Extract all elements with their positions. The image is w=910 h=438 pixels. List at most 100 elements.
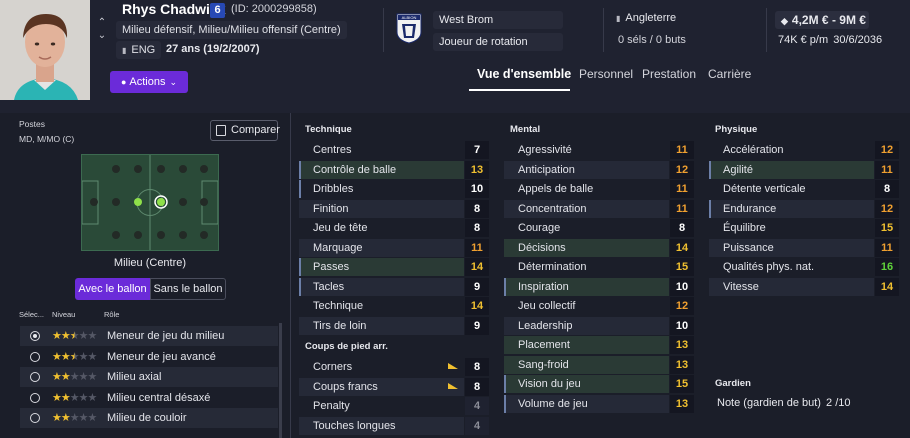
star-empty-icon: ★ bbox=[87, 371, 98, 383]
star-full-icon: ★ bbox=[52, 391, 62, 404]
attribute-row-coups-francs[interactable]: Coups francs 8 bbox=[299, 377, 489, 396]
role-row-milieu-central-desaxe[interactable]: ★★★★★ Milieu central désaxé bbox=[20, 388, 278, 408]
star-empty-icon: ★ bbox=[78, 412, 89, 424]
attribute-value: 13 bbox=[670, 336, 694, 354]
technique-heading: Technique bbox=[305, 124, 352, 135]
attribute-row-concentration[interactable]: Concentration 11 bbox=[504, 199, 694, 218]
person-icon: ● bbox=[120, 77, 127, 87]
attribute-row-tacles[interactable]: Tacles 9 bbox=[299, 277, 489, 296]
tab-overview[interactable]: Vue d'ensemble bbox=[477, 67, 571, 81]
contract-wage: 74K € p/m 30/6/2036 bbox=[778, 34, 882, 46]
attribute-row-detente-verticale[interactable]: Détente verticale 8 bbox=[709, 180, 899, 198]
attribute-value: 4 bbox=[465, 416, 489, 435]
star-empty-icon: ★ bbox=[78, 330, 89, 342]
attribute-row-puissance[interactable]: Puissance 11 bbox=[709, 238, 899, 257]
attribute-name: Appels de balle bbox=[518, 183, 594, 195]
role-radio[interactable] bbox=[30, 351, 40, 362]
role-radio[interactable] bbox=[30, 392, 40, 403]
compare-button[interactable]: Comparer bbox=[210, 120, 280, 141]
star-empty-icon: ★ bbox=[78, 371, 89, 383]
attribute-row-volume-de-jeu[interactable]: Volume de jeu 13 bbox=[504, 394, 694, 413]
star-full-icon: ★ bbox=[52, 371, 62, 383]
attribute-row-corners[interactable]: Corners 8 bbox=[299, 358, 489, 376]
attribute-row-passes[interactable]: Passes 14 bbox=[299, 258, 489, 276]
position-pitch bbox=[81, 154, 219, 251]
role-row-milieu-de-couloir[interactable]: ★★★★★ Milieu de couloir bbox=[20, 408, 278, 428]
attribute-row-marquage[interactable]: Marquage 11 bbox=[299, 238, 489, 257]
attribute-row-technique[interactable]: Technique 14 bbox=[299, 297, 489, 315]
attribute-row-leadership[interactable]: Leadership 10 bbox=[504, 316, 694, 335]
attribute-name: Jeu collectif bbox=[518, 300, 576, 312]
attribute-row-inspiration[interactable]: Inspiration 10 bbox=[504, 277, 694, 296]
attribute-row-equilibre[interactable]: Équilibre 15 bbox=[709, 219, 899, 237]
nation-code: ENG bbox=[131, 44, 156, 56]
attribute-row-penalty[interactable]: Penalty 4 bbox=[299, 397, 489, 415]
role-radio[interactable] bbox=[30, 372, 40, 382]
role-radio[interactable] bbox=[30, 413, 40, 423]
attribute-value: 13 bbox=[670, 394, 694, 413]
club-crest-icon[interactable]: ALBION bbox=[396, 12, 422, 44]
with-ball-toggle[interactable]: Avec le ballon bbox=[75, 278, 150, 300]
attribute-name: Décisions bbox=[504, 238, 669, 257]
attribute-row-vitesse[interactable]: Vitesse 14 bbox=[709, 277, 899, 296]
attribute-name: Contrôle de balle bbox=[299, 160, 464, 179]
star-empty-icon: ★ bbox=[69, 391, 80, 404]
attribute-value: 10 bbox=[670, 277, 694, 296]
attribute-row-jeu-de-tete[interactable]: Jeu de tête 8 bbox=[299, 219, 489, 237]
tab-career[interactable]: Carrière bbox=[708, 67, 751, 81]
attribute-value: 9 bbox=[465, 277, 489, 296]
attribute-row-placement[interactable]: Placement 13 bbox=[504, 336, 694, 354]
attribute-row-agilite[interactable]: Agilité 11 bbox=[709, 160, 899, 179]
attribute-value: 11 bbox=[875, 160, 899, 179]
set-pieces-attributes: Corners 8 Coups francs 8 Penalty 4 Touches lon… bbox=[299, 358, 489, 438]
attribute-name: Courage bbox=[518, 222, 561, 234]
attribute-row-acceleration[interactable]: Accélération 12 bbox=[709, 141, 899, 159]
attribute-row-jeu-collectif[interactable]: Jeu collectif 12 bbox=[504, 297, 694, 315]
tab-performance[interactable]: Prestation bbox=[642, 67, 696, 81]
role-row-meneur-de-jeu-avance[interactable]: ★★★★★ Meneur de jeu avancé bbox=[20, 347, 278, 367]
attribute-value: 4 bbox=[465, 397, 489, 415]
attribute-value: 8 bbox=[465, 199, 489, 218]
active-tab-indicator bbox=[469, 89, 570, 91]
attribute-row-dribbles[interactable]: Dribbles 10 bbox=[299, 180, 489, 198]
role-row-meneur-de-jeu-du-milieu[interactable]: ★★★★★ Meneur de jeu du milieu bbox=[20, 326, 278, 346]
international-country[interactable]: ▮ Angleterre bbox=[616, 12, 676, 24]
attribute-row-determination[interactable]: Détermination 15 bbox=[504, 258, 694, 276]
club-name[interactable]: West Brom bbox=[433, 11, 563, 29]
star-full-icon: ★ bbox=[52, 350, 62, 363]
attribute-value: 7 bbox=[465, 141, 489, 159]
next-player-icon[interactable]: ⌄ bbox=[96, 30, 108, 41]
star-full-icon: ★ bbox=[60, 412, 71, 424]
mental-attributes: Agressivité 11 Anticipation 12 Appels de bal… bbox=[504, 141, 694, 416]
without-ball-toggle[interactable]: Sans le ballon bbox=[150, 278, 226, 300]
previous-player-icon[interactable]: ⌃ bbox=[96, 17, 108, 28]
attribute-row-centres[interactable]: Centres 7 bbox=[299, 141, 489, 159]
attribute-row-qualites-phys-nat[interactable]: Qualités phys. nat. 16 bbox=[709, 258, 899, 276]
attribute-row-sang-froid[interactable]: Sang-froid 13 bbox=[504, 355, 694, 374]
actions-button[interactable]: ● Actions ⌄ bbox=[110, 71, 188, 93]
attribute-row-controle-de-balle[interactable]: Contrôle de balle 13 bbox=[299, 160, 489, 179]
attribute-row-agressivite[interactable]: Agressivité 11 bbox=[504, 141, 694, 159]
tab-personnel[interactable]: Personnel bbox=[579, 67, 633, 81]
role-radio[interactable] bbox=[30, 331, 40, 341]
arrow-up-icon bbox=[448, 363, 458, 369]
attribute-row-touches-longues[interactable]: Touches longues 4 bbox=[299, 416, 489, 435]
attribute-row-finition[interactable]: Finition 8 bbox=[299, 199, 489, 218]
attribute-row-vision-du-jeu[interactable]: Vision du jeu 15 bbox=[504, 375, 694, 393]
attribute-value: 14 bbox=[465, 258, 489, 276]
attribute-row-anticipation[interactable]: Anticipation 12 bbox=[504, 160, 694, 179]
roles-scrollbar[interactable] bbox=[279, 323, 282, 438]
role-star-rating: ★★★★★ bbox=[52, 370, 98, 383]
attribute-name: Corners bbox=[313, 361, 353, 373]
role-row-milieu-axial[interactable]: ★★★★★ Milieu axial bbox=[20, 367, 278, 387]
attribute-row-endurance[interactable]: Endurance 12 bbox=[709, 199, 899, 218]
divider bbox=[383, 8, 384, 52]
attribute-row-tirs-de-loin[interactable]: Tirs de loin 9 bbox=[299, 316, 489, 335]
attribute-row-appels-de-balle[interactable]: Appels de balle 11 bbox=[504, 180, 694, 198]
star-empty-icon: ★ bbox=[87, 391, 98, 404]
attribute-row-courage[interactable]: Courage 8 bbox=[504, 219, 694, 237]
pitch-caption: Milieu (Centre) bbox=[113, 257, 187, 269]
attribute-row-decisions[interactable]: Décisions 14 bbox=[504, 238, 694, 257]
role-name: Meneur de jeu avancé bbox=[107, 350, 216, 363]
divider bbox=[603, 8, 604, 52]
